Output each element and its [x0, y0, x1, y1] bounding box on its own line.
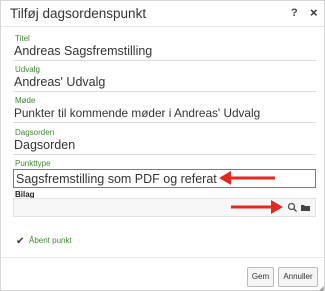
titel-field[interactable]: Andreas Sagsfremstilling [14, 44, 152, 58]
dagsorden-label: Dagsorden [15, 128, 55, 137]
udvalg-field[interactable]: Andreas' Udvalg [14, 75, 105, 89]
cancel-button[interactable]: Annuller [278, 267, 318, 287]
udvalg-underline [13, 91, 316, 92]
save-button[interactable]: Gem [247, 267, 274, 287]
punkttype-value: Sagsfremstilling som PDF og referat [16, 172, 217, 186]
help-button[interactable]: ? [291, 7, 298, 19]
udvalg-label: Udvalg [15, 65, 40, 74]
folder-icon[interactable] [300, 202, 311, 213]
mode-label: Møde [15, 96, 36, 105]
dagsorden-underline [13, 154, 316, 155]
punkttype-label: Punkttype [15, 159, 51, 168]
dialog-titlebar: Tilføj dagsordenspunkt ? × [1, 1, 325, 27]
close-button[interactable]: × [310, 5, 318, 20]
mode-field[interactable]: Punkter til kommende møder i Andreas' Ud… [14, 106, 260, 120]
checkbox-checkmark-icon[interactable]: ✔ [16, 236, 24, 247]
annotation-arrow-bilag-icon [231, 200, 283, 214]
aabent-punkt-label: Åbent punkt [29, 236, 72, 245]
annotation-arrow-punkttype-icon [219, 171, 275, 185]
search-icon[interactable] [287, 202, 298, 213]
dialog-title: Tilføj dagsordenspunkt [10, 6, 147, 21]
dagsorden-field[interactable]: Dagsorden [14, 138, 75, 152]
titel-label: Titel [15, 34, 30, 43]
footer-divider [1, 257, 325, 258]
resize-grip-icon[interactable]: ◢ [319, 285, 324, 291]
mode-underline [13, 122, 316, 123]
add-agenda-item-dialog: Tilføj dagsordenspunkt ? × Titel Andreas… [0, 0, 325, 291]
titel-underline [13, 60, 316, 61]
